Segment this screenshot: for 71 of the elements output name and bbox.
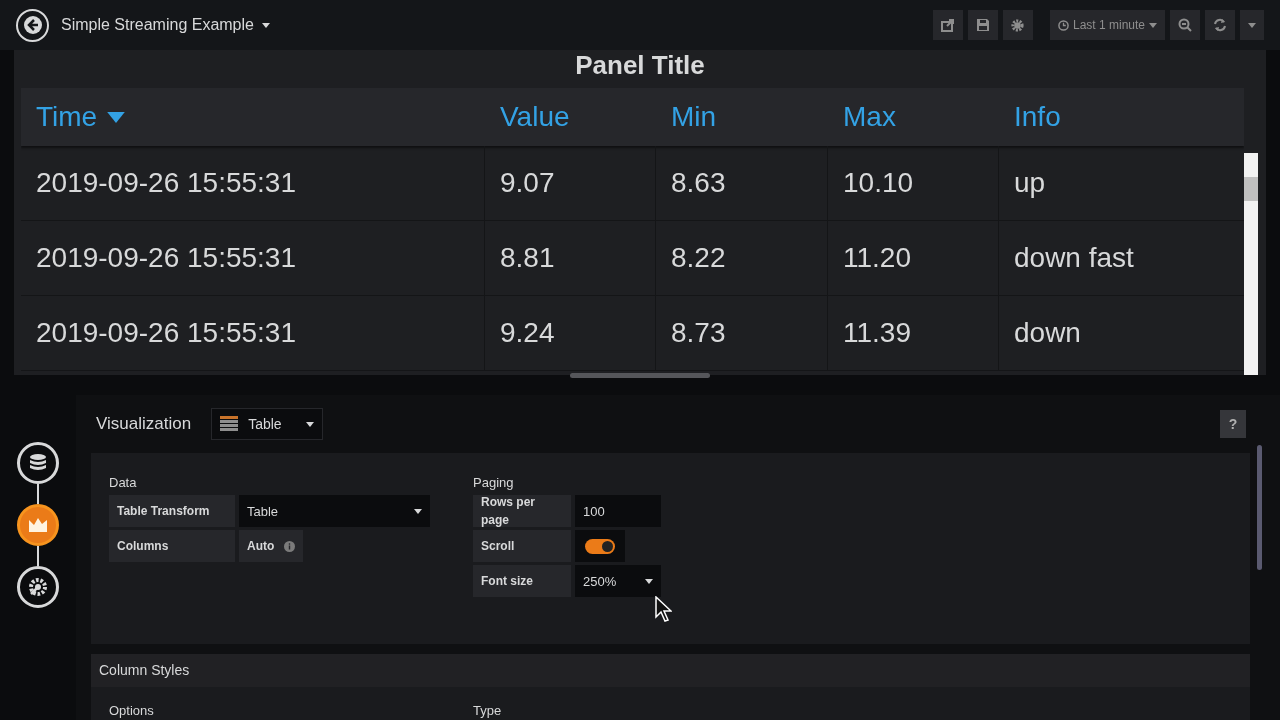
caret-icon <box>1248 22 1256 28</box>
table-cell: 10.10 <box>828 146 999 220</box>
column-header[interactable]: Time <box>21 88 485 146</box>
refresh-button[interactable] <box>1205 10 1235 40</box>
scrollbar-thumb[interactable] <box>1257 445 1262 570</box>
table-cell: 8.22 <box>656 221 828 295</box>
font-size-select[interactable]: 250% <box>575 565 661 598</box>
gear-wrench-icon <box>27 576 49 598</box>
caret-icon <box>645 578 653 584</box>
panel-title: Panel Title <box>574 50 706 82</box>
table-icon <box>220 416 239 433</box>
settings-button[interactable] <box>1002 10 1033 40</box>
table-cell: 8.63 <box>656 146 828 220</box>
mouse-cursor <box>655 596 672 623</box>
table-cell: 9.07 <box>485 146 656 220</box>
field-value: Auto <box>247 538 275 556</box>
section-heading: Data <box>109 474 138 493</box>
settings-icon <box>1010 17 1026 33</box>
table-cell-text: up <box>1013 166 1047 200</box>
scroll-toggle[interactable] <box>585 538 615 554</box>
time-range-picker[interactable]: Last 1 minute <box>1049 10 1165 40</box>
back-button[interactable] <box>16 8 49 42</box>
refresh-icon <box>1213 18 1227 32</box>
table-transform-select[interactable]: Table <box>239 495 430 528</box>
editor-step-button[interactable] <box>17 442 59 484</box>
rows-per-page-input[interactable]: 100 <box>575 495 661 528</box>
editor-step-button[interactable] <box>17 504 59 546</box>
info-icon[interactable] <box>284 540 296 552</box>
column-header[interactable]: Min <box>656 88 828 146</box>
refresh-interval-dropdown[interactable] <box>1240 10 1264 40</box>
horizontal-scrollbar[interactable] <box>570 373 710 378</box>
zoom-out-icon <box>1178 18 1192 32</box>
table-cell: 2019-09-26 15:55:31 <box>21 221 485 295</box>
save-icon <box>975 18 990 32</box>
save-button[interactable] <box>967 10 998 40</box>
dashboard-title[interactable]: Simple Streaming Example <box>61 13 270 37</box>
caret-icon <box>305 421 314 427</box>
back-arrow-icon <box>23 16 42 34</box>
field-label: Font size <box>473 565 571 598</box>
table-cell: 8.73 <box>656 296 828 370</box>
table-cell: 8.81 <box>485 221 656 295</box>
field-label: Rows per page <box>473 495 571 528</box>
visualization-label: Visualization <box>96 413 192 436</box>
share-button[interactable] <box>932 10 963 40</box>
table-cell: 9.24 <box>485 296 656 370</box>
zoom-out-button[interactable] <box>1170 10 1200 40</box>
editor-step-button[interactable] <box>17 566 59 608</box>
table-cell: 2019-09-26 15:55:31 <box>21 146 485 220</box>
table-cell: 2019-09-26 15:55:31 <box>21 296 485 370</box>
column-header[interactable]: Max <box>828 88 999 146</box>
caret-icon <box>1149 22 1157 28</box>
table-cell-text: down <box>1013 316 1082 350</box>
field-label: Scroll <box>473 530 571 563</box>
field-label: Table Transform <box>109 495 235 528</box>
field-label: Columns <box>109 530 235 563</box>
caret-icon <box>261 22 270 28</box>
table-cell: 11.20 <box>828 221 999 295</box>
section-heading: Type <box>473 701 502 720</box>
table-cell: 11.39 <box>828 296 999 370</box>
column-header[interactable]: Info <box>999 88 1244 146</box>
table-cell-text: down fast <box>1013 241 1135 275</box>
section-heading: Options <box>109 701 155 720</box>
caret-icon <box>414 508 422 514</box>
visualization-picker[interactable]: Table <box>211 408 323 441</box>
column-styles-header[interactable]: Column Styles <box>91 654 1250 687</box>
section-heading: Paging <box>473 474 515 493</box>
vertical-scrollbar[interactable] <box>1244 153 1258 375</box>
clock-icon <box>1057 19 1069 31</box>
help-button[interactable]: ? <box>1220 410 1246 439</box>
share-icon <box>940 18 955 32</box>
column-header[interactable]: Value <box>485 88 656 146</box>
